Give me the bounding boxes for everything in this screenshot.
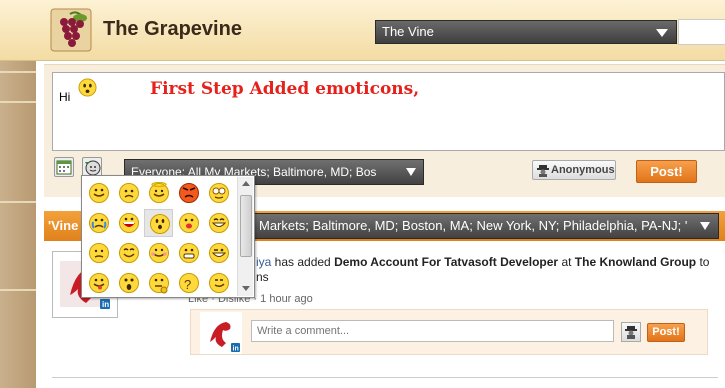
chevron-down-icon [406,168,416,176]
emoticon-picker: ? [81,175,255,298]
comment-avatar: in [200,312,242,354]
anonymous-icon [625,326,637,339]
feed-filter-value: Markets; Baltimore, MD; Boston, MA; New … [259,218,688,233]
emoticon-wink[interactable] [204,239,233,267]
tongue-icon [89,273,109,293]
comment-post-button[interactable]: Post! [647,323,685,342]
story-text: at [558,255,575,269]
svg-text:in: in [102,300,109,309]
emoticon-smirk[interactable] [204,269,233,297]
anonymous-icon [537,164,549,183]
emoticon-sad[interactable] [84,239,113,267]
left-strip [0,61,36,388]
blush-icon [149,243,169,263]
composer-text: Hi [59,90,71,104]
laugh-icon [209,213,229,233]
thinking-icon [149,273,169,294]
confused-icon: ? [179,273,199,293]
search-input[interactable] [678,19,725,45]
emoticon-scrollbar[interactable] [237,177,253,296]
smirk-icon [209,273,229,293]
emoticon-button[interactable] [82,157,102,177]
post-button[interactable]: Post! [636,160,697,183]
vine-select[interactable]: The Vine [375,20,677,44]
emoticon-angel[interactable] [144,179,173,207]
calendar-button[interactable] [54,157,74,177]
emoticon-tongue[interactable] [84,269,113,297]
emoticon-smile[interactable] [84,179,113,207]
emoticon-confused[interactable]: ? [174,269,203,297]
smile-icon [89,183,109,203]
emoticon-shocked[interactable] [114,269,143,297]
feed-label: 'Vine [48,218,79,233]
app-header: The Grapevine The Vine [0,0,725,61]
angel-icon [149,182,169,203]
happy-icon [119,243,139,263]
story-text: has added [271,255,335,269]
anonymous-label: Anonymous [551,164,615,176]
story-text: to [696,255,710,269]
grapevine-logo[interactable] [50,8,92,52]
chevron-down-icon [700,222,710,230]
sad-icon [89,243,109,263]
emoticon-laugh[interactable] [204,209,233,237]
big-grin-icon [119,213,139,233]
frown-icon [119,183,139,203]
emoticon-nerd[interactable] [204,179,233,207]
feed-story: iya has added Demo Account For Tatvasoft… [256,255,716,285]
app-title: The Grapevine [103,18,242,40]
grin-icon [179,243,199,263]
emoticon-kiss[interactable] [174,209,203,237]
emoticon-thinking[interactable] [144,269,173,297]
chevron-down-icon [656,29,668,37]
vine-select-value: The Vine [382,24,434,39]
timestamp: 1 hour ago [260,293,313,305]
emoticon-crying[interactable] [84,209,113,237]
svg-text:in: in [233,346,239,353]
smiley-icon [78,78,97,102]
shocked-icon [119,273,139,293]
comment-input[interactable] [251,320,614,342]
comment-anonymous-button[interactable] [621,322,641,342]
svg-text:?: ? [184,277,191,292]
emoticon-frown[interactable] [114,179,143,207]
annotation-text: First Step Added emoticons, [150,79,420,99]
story-user-link[interactable]: iya [256,255,271,269]
wink-icon [209,243,229,263]
emoticon-big-grin[interactable] [114,209,143,237]
emoticon-blush[interactable] [144,239,173,267]
status-textarea[interactable]: Hi First Step Added emoticons, [52,72,725,151]
crying-icon [89,213,109,233]
comment-box: in Post! [190,309,708,355]
story-text-line2: ns [256,270,269,284]
emoticon-surprised[interactable] [144,209,173,237]
emoticon-grin[interactable] [174,239,203,267]
scroll-down-icon[interactable] [242,286,250,291]
angry-icon [179,183,199,203]
emoticon-icon [85,160,101,176]
nerd-icon [209,183,229,203]
emoticon-angry[interactable] [174,179,203,207]
emoticon-happy[interactable] [114,239,143,267]
calendar-icon [56,160,72,175]
scroll-up-icon[interactable] [242,181,250,186]
story-object-link[interactable]: Demo Account For Tatvasoft Developer [334,255,558,269]
feed-filter-select[interactable]: Markets; Baltimore, MD; Boston, MA; New … [252,213,719,239]
kiss-icon [179,213,199,233]
surprised-icon [150,214,170,234]
story-company-link[interactable]: The Knowland Group [575,255,696,269]
divider [52,377,718,378]
scroll-thumb[interactable] [240,195,252,257]
anonymous-button[interactable]: Anonymous [532,160,616,180]
